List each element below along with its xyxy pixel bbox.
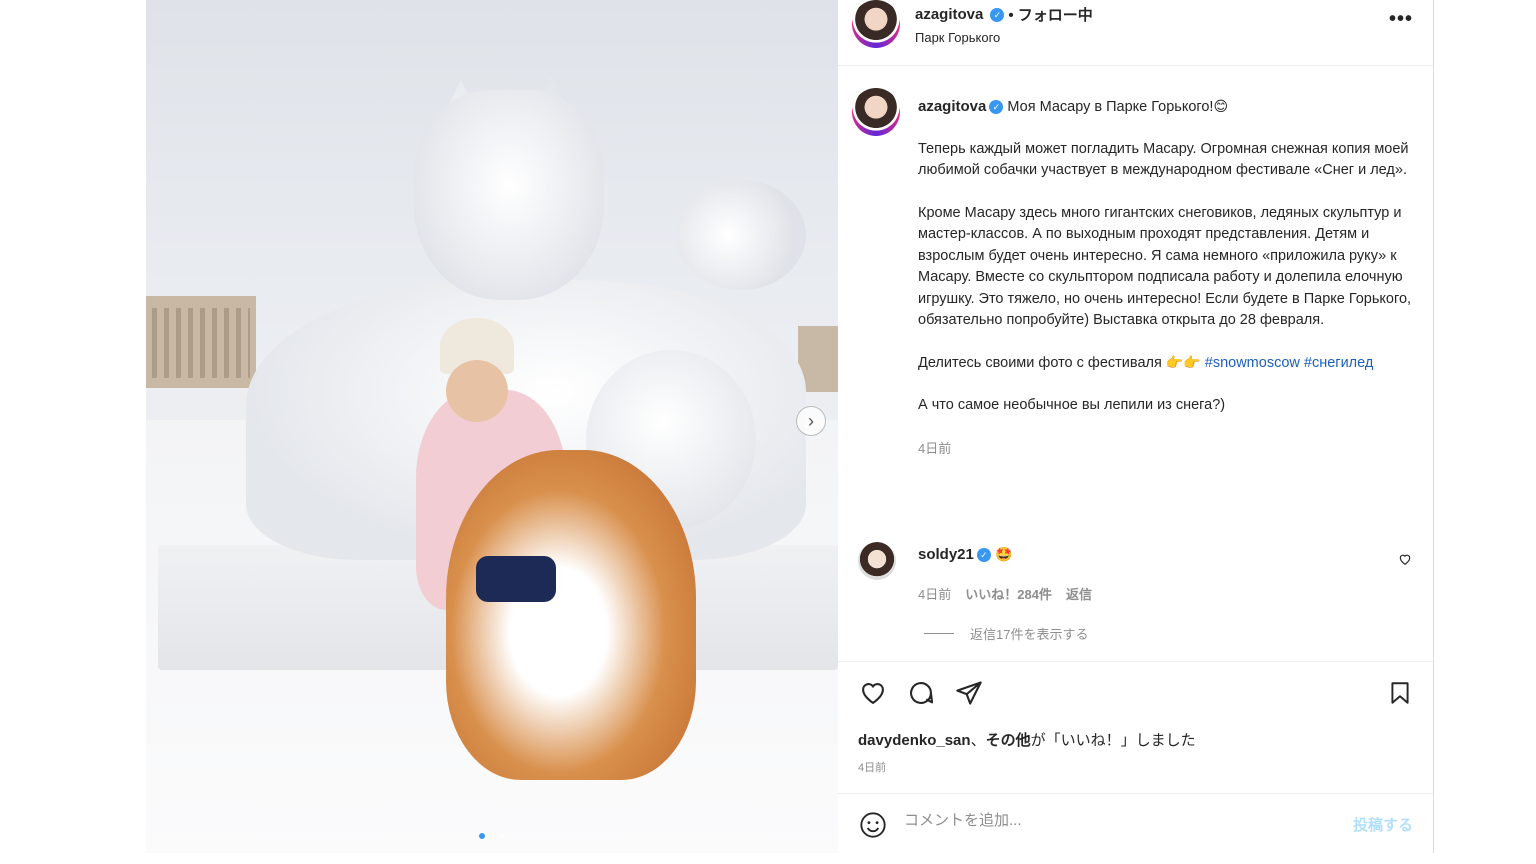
commenter-avatar[interactable] xyxy=(858,542,896,580)
comments-section[interactable]: azagitova ✓ Моя Масару в Парке Горького!😊… xyxy=(838,66,1433,660)
follow-status[interactable]: • フォロー中 xyxy=(1008,4,1092,25)
post-time[interactable]: 4日前 xyxy=(858,759,886,775)
carousel-dot xyxy=(479,833,485,839)
share-icon[interactable] xyxy=(954,678,984,708)
post-header: azagitova ✓ • フォロー中 Парк Горького ••• xyxy=(838,0,1433,66)
sculpture-head xyxy=(414,90,604,300)
author-line: azagitova ✓ • フォロー中 xyxy=(915,4,1093,25)
caption-time[interactable]: 4日前 xyxy=(918,438,1418,460)
post-comment-button[interactable]: 投稿する xyxy=(1353,814,1413,835)
author-username[interactable]: azagitova xyxy=(915,6,983,23)
caption-share-text: Делитесь своими фото с фестиваля xyxy=(918,354,1162,371)
view-replies-label: 返信17件を表示する xyxy=(970,627,1089,642)
carousel-dots xyxy=(146,833,838,839)
emoji-picker-icon[interactable] xyxy=(858,810,888,840)
caption-title: Моя Масару в Парке Горького! xyxy=(1007,99,1214,115)
building-left xyxy=(146,296,256,388)
commenter-username[interactable]: soldy21 xyxy=(918,546,974,563)
action-icons xyxy=(858,678,984,708)
post-actions: davydenko_san、その他が「いいね！」しました 4日前 xyxy=(838,661,1433,793)
post-location[interactable]: Парк Горького xyxy=(915,30,1000,45)
verified-badge-icon: ✓ xyxy=(976,548,991,563)
comment-like-icon[interactable] xyxy=(1398,552,1412,569)
comment-reply-button[interactable]: 返信 xyxy=(1066,584,1092,603)
liked-by-suffix: が「いいね！」しました xyxy=(1030,732,1196,749)
post-image[interactable]: › xyxy=(146,0,838,853)
liked-by-user[interactable]: davydenko_san xyxy=(858,732,971,749)
hashtag-snowmoscow[interactable]: #snowmoscow xyxy=(1205,355,1300,371)
person-face xyxy=(446,360,508,422)
verified-badge-icon: ✓ xyxy=(989,100,1004,115)
comment-emoji: 🤩 xyxy=(995,547,1013,563)
commenter-line: soldy21 ✓ 🤩 xyxy=(918,546,1012,563)
verified-badge-icon: ✓ xyxy=(990,7,1005,22)
divider xyxy=(924,633,954,634)
caption-paragraph-1: Теперь каждый может погладить Масару. Ог… xyxy=(918,140,1413,179)
akita-dog xyxy=(446,450,696,780)
carousel-next-button[interactable]: › xyxy=(796,406,826,436)
caption-paragraph-3: Делитесь своими фото с фестиваля 👉👉 #sno… xyxy=(918,353,1418,375)
comment-icon[interactable] xyxy=(906,678,936,708)
hashtag-snegiled[interactable]: #снегилед xyxy=(1304,355,1373,371)
bookmark-icon[interactable] xyxy=(1385,678,1415,708)
post-panel: azagitova ✓ • フォロー中 Парк Горького ••• az… xyxy=(838,0,1434,853)
carousel-dot xyxy=(489,833,495,839)
carousel-dot xyxy=(499,833,505,839)
comment-time[interactable]: 4日前 xyxy=(918,584,951,603)
caption-username[interactable]: azagitova xyxy=(918,98,986,115)
add-comment-bar: 投稿する xyxy=(838,793,1433,853)
caption-paragraph-4: А что самое необычное вы лепили из снега… xyxy=(918,397,1226,413)
glove xyxy=(476,556,556,602)
liked-by-separator: 、 xyxy=(970,732,986,749)
comment-meta: 4日前 いいね！284件 返信 xyxy=(918,584,1092,603)
more-options-icon[interactable]: ••• xyxy=(1389,8,1413,31)
sculpture-tail xyxy=(676,180,806,290)
like-icon[interactable] xyxy=(858,678,888,708)
caption-first-line: azagitova ✓ Моя Масару в Парке Горького!😊 xyxy=(918,96,1418,119)
pointing-emoji: 👉👉 xyxy=(1165,354,1201,371)
view-replies-button[interactable]: 返信17件を表示する xyxy=(924,624,1088,643)
caption-body: azagitova ✓ Моя Масару в Парке Горького!😊… xyxy=(918,96,1418,459)
smile-emoji: 😊 xyxy=(1213,99,1229,115)
comment-likes[interactable]: いいね！284件 xyxy=(965,584,1052,603)
liked-by-others[interactable]: その他 xyxy=(986,732,1031,749)
comment-input[interactable] xyxy=(904,812,1304,829)
chevron-right-icon: › xyxy=(808,410,814,431)
author-avatar[interactable] xyxy=(852,0,900,48)
liked-by-line: davydenko_san、その他が「いいね！」しました xyxy=(858,729,1196,750)
caption-avatar[interactable] xyxy=(852,88,900,136)
caption-paragraph-2: Кроме Масару здесь много гигантских снег… xyxy=(918,204,1416,329)
